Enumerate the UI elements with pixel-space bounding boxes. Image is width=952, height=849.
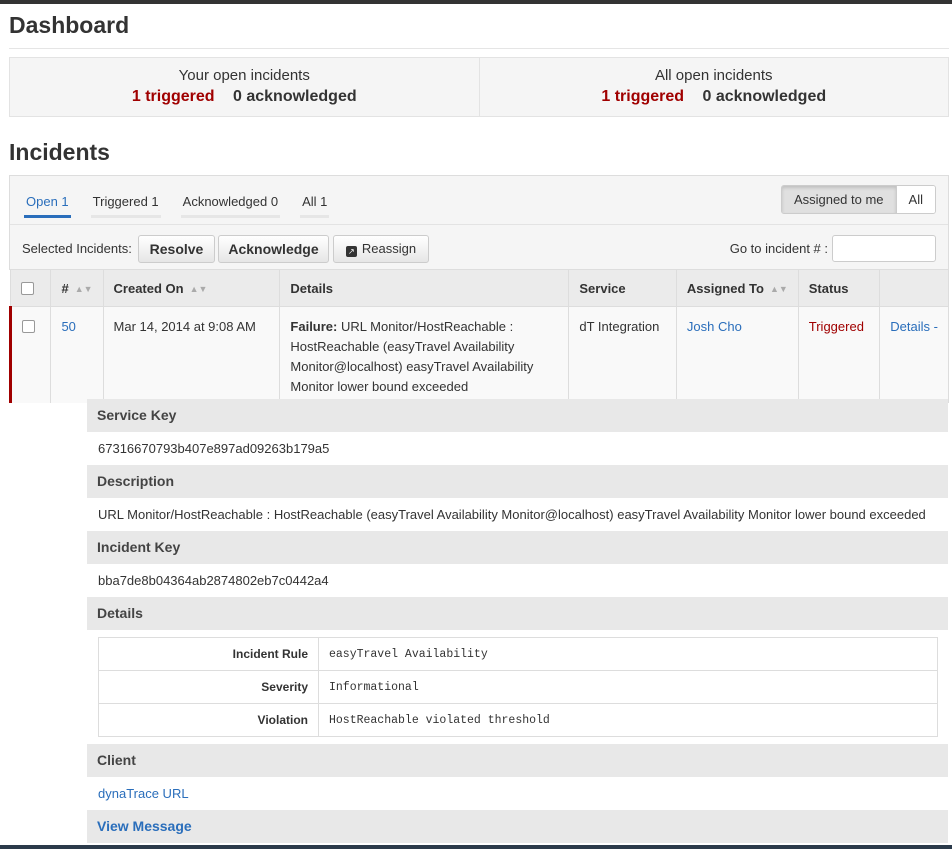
service: dT Integration <box>568 306 677 403</box>
details-row: Incident Rule easyTravel Availability <box>98 637 938 671</box>
select-all-checkbox[interactable] <box>21 281 34 295</box>
failure-label: Failure: <box>290 319 338 334</box>
dashboard-title: Dashboard <box>9 12 130 38</box>
all-acknowledged-link[interactable]: 0 acknowledged <box>703 88 827 105</box>
table-row: 50 Mar 14, 2014 at 9:08 AM Failure: URL … <box>8 306 949 403</box>
incident-tabs: Open 1 Triggered 1 Acknowledged 0 All 1 <box>24 194 349 218</box>
divider <box>9 48 949 49</box>
details-value: easyTravel Availability <box>318 637 938 671</box>
details-key: Severity <box>98 670 319 704</box>
tab-all[interactable]: All 1 <box>300 194 330 218</box>
row-trailing: - <box>933 319 938 334</box>
column-created-on[interactable]: Created On ▲▼ <box>102 269 281 307</box>
created-on: Mar 14, 2014 at 9:08 AM <box>102 306 281 403</box>
column-details: Details <box>279 269 570 307</box>
incident-summary: Your open incidents 1 triggered 0 acknow… <box>9 57 949 117</box>
goto-incident-label: Go to incident # : <box>729 241 828 256</box>
client-heading: Client <box>87 744 948 777</box>
incident-details: Failure: URL Monitor/HostReachable : Hos… <box>279 306 570 403</box>
assignment-filter: Assigned to me All <box>780 185 936 214</box>
selected-incidents-label: Selected Incidents: <box>22 241 132 256</box>
incidents-table: # ▲▼ Created On ▲▼ Details Service Assigne… <box>8 269 949 403</box>
details-value: HostReachable violated threshold <box>318 703 938 737</box>
your-open-title: Your open incidents <box>178 67 310 84</box>
details-key: Incident Rule <box>98 637 319 671</box>
view-message-link[interactable]: View Message <box>87 810 948 843</box>
tab-triggered[interactable]: Triggered 1 <box>90 194 161 218</box>
incident-detail-panel: Service Key 67316670793b407e897ad09263b1… <box>87 399 948 843</box>
assigned-to-me-button[interactable]: Assigned to me <box>781 186 897 213</box>
details-row: Severity Informational <box>98 670 938 704</box>
all-open-incidents: All open incidents 1 triggered 0 acknowl… <box>478 58 949 116</box>
tab-open[interactable]: Open 1 <box>24 194 71 218</box>
details-value: Informational <box>318 670 938 704</box>
your-acknowledged-link[interactable]: 0 acknowledged <box>233 88 357 105</box>
goto-incident-input[interactable] <box>832 235 936 262</box>
all-open-title: All open incidents <box>654 67 773 84</box>
row-select-cell <box>8 306 52 403</box>
tab-acknowledged[interactable]: Acknowledged 0 <box>180 194 281 218</box>
service-key-heading: Service Key <box>87 399 948 432</box>
incident-key-heading: Incident Key <box>87 531 948 564</box>
details-key: Violation <box>98 703 319 737</box>
details-row: Violation HostReachable violated thresho… <box>98 703 938 737</box>
service-key-value: 67316670793b407e897ad09263b179a5 <box>87 432 948 465</box>
sort-icon: ▲▼ <box>189 283 208 294</box>
incident-key-value: bba7de8b04364ab2874802eb7c0442a4 <box>87 564 948 597</box>
your-triggered-link[interactable]: 1 triggered <box>132 88 215 105</box>
incident-number-link[interactable]: 50 <box>61 319 75 334</box>
column-service: Service <box>568 269 677 307</box>
status-badge: Triggered <box>808 319 864 334</box>
all-triggered-link[interactable]: 1 triggered <box>601 88 684 105</box>
acknowledge-button[interactable]: Acknowledge <box>218 235 329 263</box>
column-number[interactable]: # ▲▼ <box>50 269 104 307</box>
sort-icon: ▲▼ <box>74 283 93 294</box>
divider <box>10 224 948 225</box>
incidents-title: Incidents <box>9 139 110 165</box>
reassign-icon: ↗ <box>345 246 357 257</box>
sort-icon: ▲▼ <box>769 283 788 294</box>
all-button[interactable]: All <box>896 186 935 213</box>
details-heading: Details <box>87 597 948 630</box>
description-value: URL Monitor/HostReachable : HostReachabl… <box>87 498 948 531</box>
column-assigned-to[interactable]: Assigned To ▲▼ <box>675 269 799 307</box>
details-table-wrap: Incident Rule easyTravel Availability Se… <box>87 630 948 744</box>
column-actions <box>879 269 949 307</box>
details-link[interactable]: Details <box>890 319 930 334</box>
bottom-bar <box>0 845 952 849</box>
your-open-incidents: Your open incidents 1 triggered 0 acknow… <box>10 58 479 116</box>
description-heading: Description <box>87 465 948 498</box>
row-checkbox[interactable] <box>22 320 35 333</box>
resolve-button[interactable]: Resolve <box>138 235 215 263</box>
reassign-button[interactable]: ↗ Reassign <box>333 235 429 263</box>
top-bar <box>0 0 952 4</box>
assignee-link[interactable]: Josh Cho <box>687 319 742 334</box>
select-all-header <box>9 269 52 307</box>
incidents-toolbar: Open 1 Triggered 1 Acknowledged 0 All 1 … <box>9 175 949 270</box>
column-status: Status <box>797 269 881 307</box>
details-table: Incident Rule easyTravel Availability Se… <box>98 637 938 737</box>
client-link[interactable]: dynaTrace URL <box>98 786 189 801</box>
